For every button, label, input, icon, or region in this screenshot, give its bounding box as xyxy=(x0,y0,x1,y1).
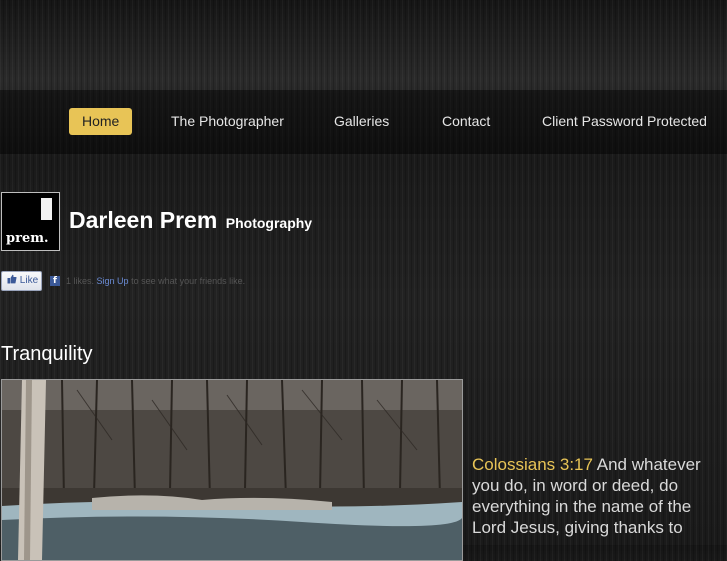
nav-contact[interactable]: Contact xyxy=(442,108,490,135)
nav-home[interactable]: Home xyxy=(69,108,133,135)
scripture-reference: Colossians 3:17 xyxy=(472,455,593,474)
facebook-like-info: 1 likes. Sign Up to see what your friend… xyxy=(66,276,245,286)
likes-tail-text: to see what your friends like. xyxy=(131,276,246,286)
main-navigation: Home The Photographer Galleries Contact … xyxy=(0,90,727,154)
nav-the-photographer[interactable]: The Photographer xyxy=(171,108,284,135)
site-name: Darleen Prem xyxy=(69,207,218,233)
likes-count-text: 1 likes. xyxy=(66,276,95,286)
facebook-icon: f xyxy=(50,276,60,286)
photo-illustration xyxy=(2,380,462,560)
thumbs-up-icon xyxy=(7,274,17,284)
logo-mark xyxy=(41,198,52,220)
river-forest-photo xyxy=(1,379,463,561)
section-title: Tranquility xyxy=(1,343,93,365)
site-subtitle: Photography xyxy=(225,215,313,231)
nav-galleries[interactable]: Galleries xyxy=(334,108,389,135)
nav-client-password-protected[interactable]: Client Password Protected xyxy=(542,108,707,135)
logo-text: prem. xyxy=(6,231,49,246)
site-logo[interactable]: prem. xyxy=(1,192,60,251)
site-title: Darleen Prem Photography xyxy=(69,207,312,234)
facebook-signup-link[interactable]: Sign Up xyxy=(97,276,129,286)
scripture-quote: Colossians 3:17 And whatever you do, in … xyxy=(472,454,727,538)
facebook-like-button[interactable]: Like xyxy=(1,271,42,291)
like-label: Like xyxy=(19,275,39,286)
